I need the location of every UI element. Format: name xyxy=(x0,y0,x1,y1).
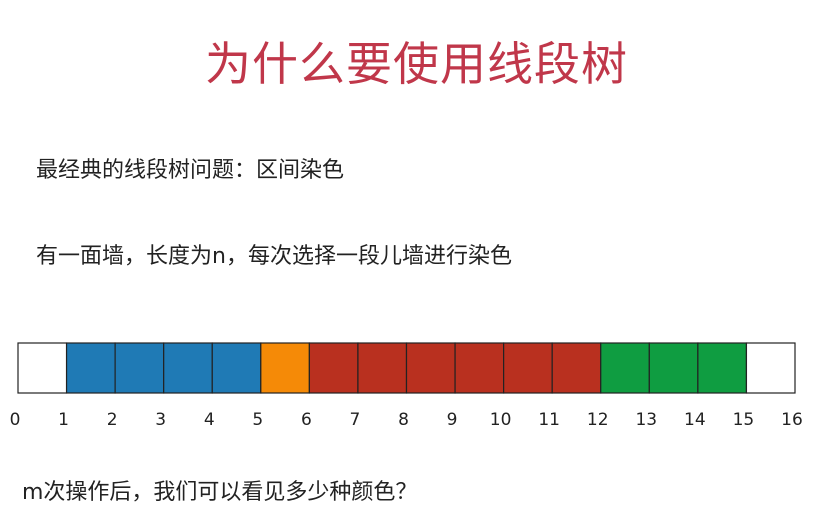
wall-cell xyxy=(648,342,699,394)
wall-cell xyxy=(600,342,650,394)
wall-cell xyxy=(454,342,505,394)
wall-cell xyxy=(260,342,310,394)
question-line: m次操作后，我们可以看见多少种颜色？ xyxy=(22,480,418,505)
tick-label: 6 xyxy=(301,410,312,430)
tick-label: 10 xyxy=(490,410,512,430)
wall-cell xyxy=(211,342,262,394)
wall-cell xyxy=(65,342,116,394)
tick-label: 2 xyxy=(107,410,118,430)
wall-tick-labels: 0 1 2 3 4 5 6 7 8 9 10 11 12 13 14 15 16 xyxy=(10,410,803,430)
tick-label: 12 xyxy=(587,410,609,430)
tick-label: 16 xyxy=(781,410,803,430)
wall-cell xyxy=(114,342,165,394)
tick-label: 8 xyxy=(398,410,409,430)
tick-label: 0 xyxy=(10,410,21,430)
wall-cell xyxy=(163,342,213,394)
tick-label: 9 xyxy=(447,410,458,430)
wall-cell xyxy=(551,342,602,394)
tick-label: 4 xyxy=(204,410,215,430)
tick-label: 3 xyxy=(155,410,166,430)
wall-cell xyxy=(357,342,408,394)
wall-cell xyxy=(745,342,796,394)
wall-cell xyxy=(697,342,748,394)
tick-label: 15 xyxy=(733,410,755,430)
tick-label: 11 xyxy=(538,410,560,430)
wall-diagram: 0 1 2 3 4 5 6 7 8 9 10 11 12 13 14 15 16 xyxy=(10,342,803,430)
wall-cell xyxy=(405,342,456,394)
tick-label: 13 xyxy=(635,410,657,430)
tick-label: 5 xyxy=(252,410,263,430)
tick-label: 14 xyxy=(684,410,706,430)
wall-cell xyxy=(308,342,359,394)
tick-label: 1 xyxy=(58,410,69,430)
tick-label: 7 xyxy=(350,410,361,430)
wall-cell xyxy=(17,342,68,394)
wall-cell xyxy=(503,342,553,394)
wall-cells xyxy=(17,342,796,394)
